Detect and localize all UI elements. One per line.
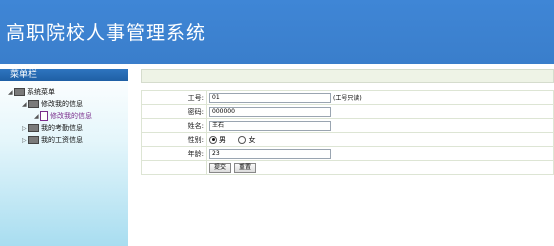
folder-icon — [28, 124, 39, 132]
tree-leaf-edit-my-info[interactable]: ◢ 修改我的信息 — [34, 111, 92, 121]
gender-female-label: 女 — [248, 135, 256, 144]
main-content: 工号: 01 (工号只读) 密码: 000000 姓名: 王石 性别: 男 女 年… — [141, 69, 554, 175]
age-field[interactable]: 23 — [209, 148, 331, 159]
tree-node-edit-info[interactable]: ◢ 修改我的信息 — [22, 99, 83, 109]
password-label: 密码: — [141, 104, 207, 119]
form-row-age: 年龄: 23 — [141, 146, 554, 161]
app-header: 高职院校人事管理系统 — [0, 0, 554, 64]
password-field[interactable]: 000000 — [209, 106, 331, 117]
name-field[interactable]: 王石 — [209, 120, 331, 131]
info-form: 工号: 01 (工号只读) 密码: 000000 姓名: 王石 性别: 男 女 年… — [141, 90, 554, 175]
id-label: 工号: — [141, 90, 207, 105]
app-title: 高职院校人事管理系统 — [6, 22, 207, 44]
age-label: 年龄: — [141, 146, 207, 161]
form-row-id: 工号: 01 (工号只读) — [141, 90, 554, 105]
tree-node-salary[interactable]: ▷ 我的工资信息 — [22, 135, 83, 145]
gender-female-radio[interactable] — [238, 135, 247, 144]
folder-icon — [14, 88, 25, 96]
form-row-password: 密码: 000000 — [141, 104, 554, 119]
id-field[interactable]: 01 — [209, 92, 331, 103]
form-row-actions: 提交 重置 — [141, 160, 554, 175]
tree-node-attendance[interactable]: ▷ 我的考勤信息 — [22, 123, 83, 133]
content-title-bar — [141, 69, 554, 83]
folder-icon — [28, 136, 39, 144]
sidebar-heading: 菜单栏 — [0, 69, 128, 81]
gender-label: 性别: — [141, 132, 207, 147]
submit-button[interactable]: 提交 — [209, 162, 232, 173]
form-row-name: 姓名: 王石 — [141, 118, 554, 133]
gender-male-radio[interactable] — [209, 135, 217, 144]
gender-male-label: 男 — [219, 135, 226, 144]
form-row-gender: 性别: 男 女 — [141, 132, 554, 147]
name-label: 姓名: — [141, 118, 207, 133]
document-icon — [40, 111, 48, 121]
folder-icon — [28, 100, 39, 108]
id-readonly-note: (工号只读) — [333, 94, 362, 102]
tree-node-system-menu[interactable]: ◢ 系统菜单 — [8, 87, 55, 97]
sidebar: 菜单栏 ◢ 系统菜单 ◢ 修改我的信息 ◢ 修改我的信息 ▷ 我的考勤信息 ▷ 我的工资信… — [0, 69, 128, 246]
reset-button[interactable]: 重置 — [234, 162, 257, 173]
